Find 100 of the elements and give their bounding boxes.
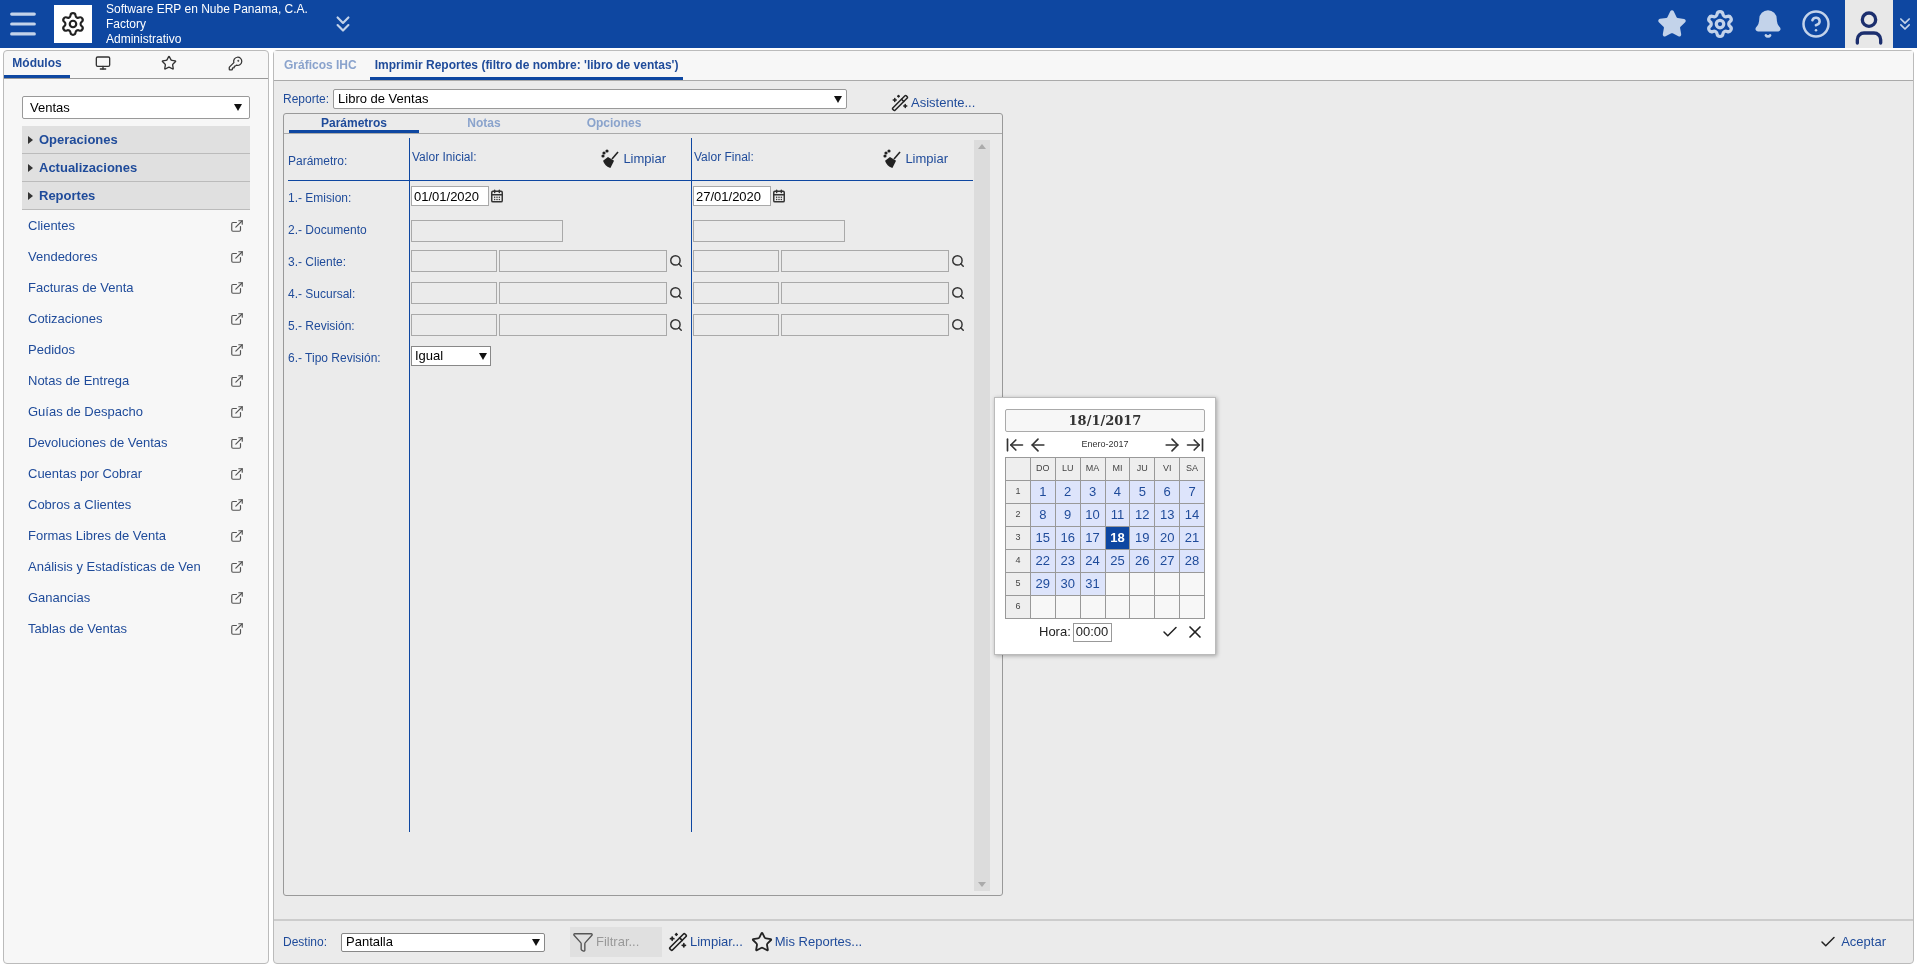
day-cell[interactable]: 9 bbox=[1055, 504, 1081, 527]
menu-item[interactable]: Vendedores bbox=[22, 241, 250, 272]
day-cell[interactable]: 25 bbox=[1105, 550, 1131, 573]
favorites-icon[interactable] bbox=[1657, 9, 1687, 39]
avatar-placeholder[interactable] bbox=[1845, 0, 1893, 48]
day-cell[interactable]: 14 bbox=[1180, 504, 1205, 527]
menu-item[interactable]: Cobros a Clientes bbox=[22, 489, 250, 520]
menu-item[interactable]: Análisis y Estadísticas de Ven bbox=[22, 551, 250, 582]
menu-item[interactable]: Ganancias bbox=[22, 582, 250, 613]
notifications-icon[interactable] bbox=[1753, 9, 1783, 39]
menu-item[interactable]: Tablas de Ventas bbox=[22, 613, 250, 644]
module-select[interactable]: Ventas bbox=[22, 96, 250, 119]
select-field[interactable]: Igual bbox=[411, 346, 491, 366]
day-cell[interactable]: 21 bbox=[1180, 527, 1205, 550]
report-select[interactable]: Libro de Ventas bbox=[333, 89, 848, 109]
day-cell[interactable]: 13 bbox=[1155, 504, 1181, 527]
accept-button[interactable]: Aceptar bbox=[1819, 932, 1886, 952]
sidebar-tab[interactable]: Módulos bbox=[4, 51, 70, 78]
day-cell[interactable]: 15 bbox=[1030, 527, 1056, 550]
search-icon[interactable] bbox=[951, 254, 965, 268]
input-field[interactable] bbox=[411, 314, 497, 336]
input-field[interactable] bbox=[781, 314, 949, 336]
accordion-header[interactable]: Operaciones bbox=[22, 126, 250, 154]
menu-item[interactable]: Cotizaciones bbox=[22, 303, 250, 334]
input-field[interactable] bbox=[693, 250, 779, 272]
input-field[interactable] bbox=[411, 282, 497, 304]
menu-item[interactable]: Devoluciones de Ventas bbox=[22, 427, 250, 458]
accordion-header[interactable]: Reportes bbox=[22, 182, 250, 210]
day-cell[interactable]: 31 bbox=[1080, 573, 1106, 596]
menu-item[interactable]: Notas de Entrega bbox=[22, 365, 250, 396]
input-field[interactable] bbox=[499, 250, 667, 272]
day-cell[interactable]: 12 bbox=[1130, 504, 1156, 527]
search-icon[interactable] bbox=[951, 286, 965, 300]
date-field[interactable]: 27/01/2020 bbox=[693, 186, 771, 206]
day-cell[interactable]: 19 bbox=[1130, 527, 1156, 550]
weekday-cell: VI bbox=[1155, 458, 1181, 481]
main-tab[interactable]: Imprimir Reportes (filtro de nombre: 'libro de ventas') bbox=[369, 52, 684, 80]
calendar-icon[interactable] bbox=[490, 189, 504, 203]
day-cell[interactable]: 5 bbox=[1130, 481, 1156, 504]
assistant-button[interactable]: Asistente... bbox=[891, 93, 976, 113]
inner-tab[interactable]: Parámetros bbox=[289, 114, 419, 133]
external-link-icon bbox=[230, 404, 244, 419]
input-field[interactable] bbox=[693, 282, 779, 304]
input-field[interactable] bbox=[499, 282, 667, 304]
day-cell[interactable]: 29 bbox=[1030, 573, 1056, 596]
day-cell[interactable]: 30 bbox=[1055, 573, 1081, 596]
input-field[interactable] bbox=[499, 314, 667, 336]
input-field[interactable] bbox=[781, 250, 949, 272]
date-field[interactable]: 01/01/2020 bbox=[411, 186, 489, 206]
settings-icon[interactable] bbox=[1705, 9, 1735, 39]
help-icon[interactable] bbox=[1801, 9, 1831, 39]
external-link-icon bbox=[230, 528, 244, 543]
clear-button[interactable]: Limpiar bbox=[883, 149, 948, 169]
menu-item[interactable]: Guías de Despacho bbox=[22, 396, 250, 427]
day-cell[interactable]: 24 bbox=[1080, 550, 1106, 573]
day-cell[interactable]: 22 bbox=[1030, 550, 1056, 573]
input-field[interactable] bbox=[693, 314, 779, 336]
day-cell[interactable]: 10 bbox=[1080, 504, 1106, 527]
day-cell[interactable]: 7 bbox=[1180, 481, 1205, 504]
accordion-header[interactable]: Actualizaciones bbox=[22, 154, 250, 182]
day-cell[interactable]: 28 bbox=[1180, 550, 1205, 573]
search-icon[interactable] bbox=[669, 286, 683, 300]
search-icon[interactable] bbox=[669, 254, 683, 268]
last-month-icon[interactable] bbox=[1185, 435, 1205, 455]
day-cell[interactable]: 23 bbox=[1055, 550, 1081, 573]
day-cell[interactable]: 3 bbox=[1080, 481, 1106, 504]
input-field[interactable] bbox=[693, 219, 845, 242]
day-cell[interactable]: 16 bbox=[1055, 527, 1081, 550]
hour-field[interactable]: 00:00 bbox=[1072, 622, 1112, 642]
destination-select[interactable]: Pantalla bbox=[341, 932, 545, 952]
menu-item[interactable]: Pedidos bbox=[22, 334, 250, 365]
parameter-label: 6.- Tipo Revisión: bbox=[288, 351, 381, 365]
day-cell[interactable]: 6 bbox=[1155, 481, 1181, 504]
day-cell[interactable]: 4 bbox=[1105, 481, 1131, 504]
day-cell[interactable]: 11 bbox=[1105, 504, 1131, 527]
menu-item[interactable]: Cuentas por Cobrar bbox=[22, 458, 250, 489]
day-cell[interactable]: 2 bbox=[1055, 481, 1081, 504]
day-cell[interactable]: 8 bbox=[1030, 504, 1056, 527]
menu-item[interactable]: Facturas de Venta bbox=[22, 272, 250, 303]
clear-button[interactable]: Limpiar... bbox=[668, 932, 743, 952]
user-role: Administrativo bbox=[106, 31, 183, 47]
my-reports-button[interactable]: Mis Reportes... bbox=[750, 931, 863, 953]
menu-item[interactable]: Formas Libres de Venta bbox=[22, 520, 250, 551]
day-cell[interactable]: 17 bbox=[1080, 527, 1106, 550]
day-cell[interactable]: 27 bbox=[1155, 550, 1181, 573]
input-field[interactable] bbox=[411, 250, 497, 272]
day-cell[interactable]: 20 bbox=[1155, 527, 1181, 550]
first-month-icon[interactable] bbox=[1005, 435, 1025, 455]
day-cell[interactable]: 1 bbox=[1030, 481, 1056, 504]
calendar-icon[interactable] bbox=[772, 189, 786, 203]
input-field[interactable] bbox=[411, 219, 563, 242]
parameter-label: 5.- Revisión: bbox=[288, 319, 355, 333]
day-cell[interactable]: 18 bbox=[1105, 527, 1131, 550]
menu-item[interactable]: Clientes bbox=[22, 210, 250, 241]
column-heading: Parámetro: bbox=[288, 153, 348, 170]
input-field[interactable] bbox=[781, 282, 949, 304]
search-icon[interactable] bbox=[669, 318, 683, 332]
clear-button[interactable]: Limpiar bbox=[601, 149, 666, 169]
day-cell[interactable]: 26 bbox=[1130, 550, 1156, 573]
search-icon[interactable] bbox=[951, 318, 965, 332]
